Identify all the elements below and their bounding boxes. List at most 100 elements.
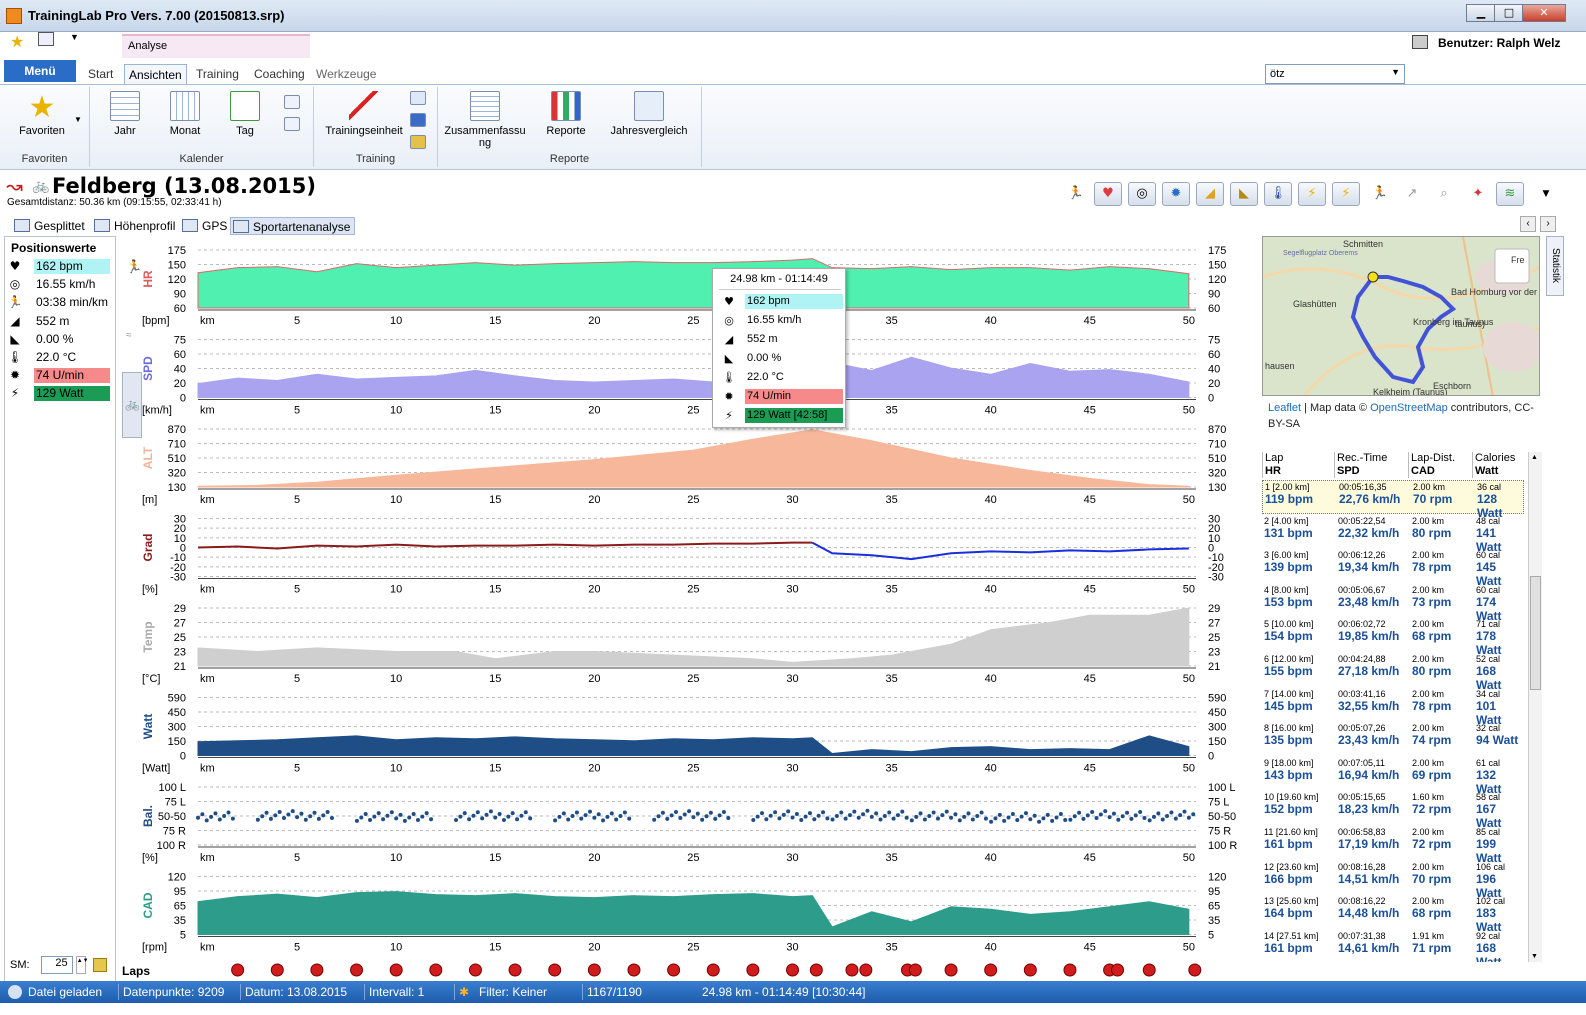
lap-value: 19,85 km/h: [1338, 629, 1400, 644]
lap-header[interactable]: Lap HR: [1262, 452, 1283, 478]
lap-row[interactable]: 9 [18.00 km] 00:07:05,11 2.00 km 61 cal 143 …: [1262, 757, 1524, 796]
climb-icon[interactable]: ↗: [1398, 182, 1426, 206]
reporte-button[interactable]: Reporte: [542, 91, 590, 137]
calendar-icon[interactable]: [1412, 35, 1428, 49]
x-tick: 50: [1183, 852, 1195, 864]
power-icon: ⚡: [725, 409, 733, 422]
lap-row[interactable]: 13 [25.60 km] 00:08:16,22 2.00 km 102 cal 16…: [1262, 895, 1524, 934]
jahr-button[interactable]: Jahr: [108, 91, 142, 137]
runner-icon[interactable]: 🏃: [1062, 182, 1090, 206]
lap-row[interactable]: 6 [12.00 km] 00:04:24,88 2.00 km 52 cal 155 …: [1262, 653, 1524, 692]
tab-werkzeuge[interactable]: Werkzeuge: [312, 64, 380, 84]
menu-button[interactable]: Menü: [4, 60, 76, 82]
temperature-toggle[interactable]: 🌡: [1264, 182, 1292, 206]
power-toggle[interactable]: ⚡: [1298, 182, 1326, 206]
running-pace-icon[interactable]: 🏃: [1366, 182, 1394, 206]
lap-row[interactable]: 14 [27.51 km] 00:07:31,38 1.91 km 92 cal 161…: [1262, 930, 1524, 962]
lap-row[interactable]: 11 [21.60 km] 00:06:58,83 2.00 km 85 cal 161…: [1262, 826, 1524, 865]
scatter-point: [1068, 817, 1073, 822]
chevron-down-icon[interactable]: ▼: [1532, 182, 1560, 206]
x-tick: 15: [489, 584, 501, 596]
speedometer-toggle[interactable]: ◎: [1128, 182, 1156, 206]
scroll-up-icon[interactable]: ▲: [1531, 454, 1538, 461]
statistik-tab[interactable]: Statistik: [1546, 236, 1564, 296]
lap-row[interactable]: 2 [4.00 km] 00:05:22,54 2.00 km 48 cal 131 b…: [1262, 515, 1524, 554]
lap-row[interactable]: 1 [2.00 km] 00:05:16,35 2.00 km 36 cal 119 b…: [1262, 480, 1524, 520]
subtab-hoehenprofil[interactable]: Höhenprofil: [92, 217, 175, 235]
lap-header[interactable]: Rec.-Time SPD: [1334, 452, 1387, 478]
trainingseinheit-button[interactable]: Trainingseinheit: [318, 91, 410, 137]
tab-training[interactable]: Training: [192, 64, 243, 84]
monat-button[interactable]: Monat: [168, 91, 202, 137]
lap-value: 152 bpm: [1264, 802, 1313, 817]
lap-row[interactable]: 7 [14.00 km] 00:03:41,16 2.00 km 34 cal 145 …: [1262, 688, 1524, 727]
tab-coaching[interactable]: Coaching: [250, 64, 309, 84]
scatter-point: [1081, 816, 1086, 821]
status-filter[interactable]: ✱ Filter: Keiner: [454, 984, 547, 1000]
lap-header[interactable]: Lap-Dist. CAD: [1408, 452, 1455, 478]
bar-chart-icon[interactable]: [410, 113, 426, 127]
x-tick: 5: [294, 763, 300, 775]
scroll-down-icon[interactable]: ▼: [1531, 953, 1538, 960]
tab-start[interactable]: Start: [84, 64, 117, 84]
lap-row[interactable]: 5 [10.00 km] 00:06:02,72 2.00 km 71 cal 154 …: [1262, 618, 1524, 657]
chevron-left-icon[interactable]: ‹: [1520, 216, 1536, 232]
subtab-gps[interactable]: GPS: [180, 217, 227, 235]
scatter-point: [519, 813, 524, 818]
sm-stepper[interactable]: ▲▼: [75, 956, 89, 974]
x-tick: 50: [1183, 315, 1195, 327]
gradient-toggle[interactable]: ◣: [1230, 182, 1258, 206]
credit-text: | Map data ©: [1301, 402, 1371, 414]
chevron-down-icon[interactable]: ▼: [74, 115, 82, 124]
series-area: [197, 356, 1190, 398]
lap-marker: [350, 963, 364, 977]
favorite-star-icon[interactable]: ★: [10, 32, 24, 51]
list-view-icon[interactable]: [284, 95, 300, 109]
quick-access-dropdown-icon[interactable]: ▼: [70, 32, 79, 42]
chart-bal: 100 L 100 L 75 L 75 L 50-50 50-50 75 R 75 R 100 …: [141, 782, 1237, 864]
leaflet-link[interactable]: Leaflet: [1268, 402, 1301, 414]
lap-cell: 1.91 km: [1412, 930, 1445, 941]
slope-icon[interactable]: [410, 135, 426, 149]
sm-input[interactable]: 25: [40, 956, 73, 974]
altitude-toggle[interactable]: ◢: [1196, 182, 1224, 206]
tag-button[interactable]: Tag: [228, 91, 262, 137]
jahresvergleich-button[interactable]: Jahresvergleich: [606, 91, 692, 137]
zusammenfassung-button[interactable]: Zusammenfassu ng: [442, 91, 528, 149]
subtab-sportartenanalyse[interactable]: Sportartenanalyse: [230, 217, 356, 235]
folder-icon[interactable]: [92, 958, 107, 972]
subtab-gesplittet[interactable]: Gesplittet: [12, 217, 85, 235]
training-list-icon[interactable]: [410, 91, 426, 105]
chevron-down-icon[interactable]: ▼: [1391, 67, 1400, 77]
lap-row[interactable]: 12 [23.60 km] 00:08:16,28 2.00 km 106 cal 16…: [1262, 861, 1524, 900]
osm-link[interactable]: OpenStreetMap: [1370, 402, 1448, 414]
zoom-icon[interactable]: ⌕: [1430, 182, 1458, 206]
charts-area[interactable]: 1751751501501201209090606051015202530354…: [118, 236, 1258, 982]
x-tick: 40: [985, 494, 997, 506]
status-interval: Intervall: 1: [364, 984, 424, 1000]
scatter-point: [768, 813, 773, 818]
lap-row[interactable]: 8 [16.00 km] 00:05:07,26 2.00 km 32 cal 135 …: [1262, 722, 1524, 756]
lap-row[interactable]: 3 [6.00 km] 00:06:12,26 2.00 km 60 cal 139 b…: [1262, 549, 1524, 588]
maximize-button[interactable]: □: [1494, 4, 1524, 22]
favoriten-button[interactable]: ★ Favoriten: [14, 91, 70, 138]
lap-value: 22,76 km/h: [1339, 492, 1401, 506]
search-doc-icon[interactable]: [38, 32, 54, 46]
lap-header[interactable]: Calories Watt: [1472, 452, 1515, 478]
close-button[interactable]: ✕: [1522, 4, 1566, 22]
balance-toggle[interactable]: ⚡: [1332, 182, 1360, 206]
route-map[interactable]: Schmitten Segelflugplatz Oberems Glashüt…: [1262, 236, 1540, 396]
tab-ansichten[interactable]: Ansichten: [124, 64, 187, 84]
lap-table-scrollbar[interactable]: ▲ ▼: [1528, 452, 1542, 962]
table-view-icon[interactable]: [284, 117, 300, 131]
lap-row[interactable]: 10 [19.60 km] 00:05:15,65 1.60 km 58 cal 152…: [1262, 791, 1524, 830]
lap-row[interactable]: 4 [8.00 km] 00:05:06,67 2.00 km 60 cal 153 b…: [1262, 584, 1524, 623]
search-combo[interactable]: ötz ▼: [1265, 64, 1405, 84]
chart-line-icon[interactable]: ✦: [1464, 182, 1492, 206]
cadence-toggle[interactable]: ✹: [1162, 182, 1190, 206]
heart-toggle[interactable]: ♥: [1094, 182, 1122, 206]
scroll-thumb[interactable]: [1530, 576, 1541, 690]
chevron-right-icon[interactable]: ›: [1540, 216, 1556, 232]
multi-chart-toggle[interactable]: ≋: [1496, 182, 1524, 206]
minimize-button[interactable]: ▁: [1466, 4, 1496, 22]
